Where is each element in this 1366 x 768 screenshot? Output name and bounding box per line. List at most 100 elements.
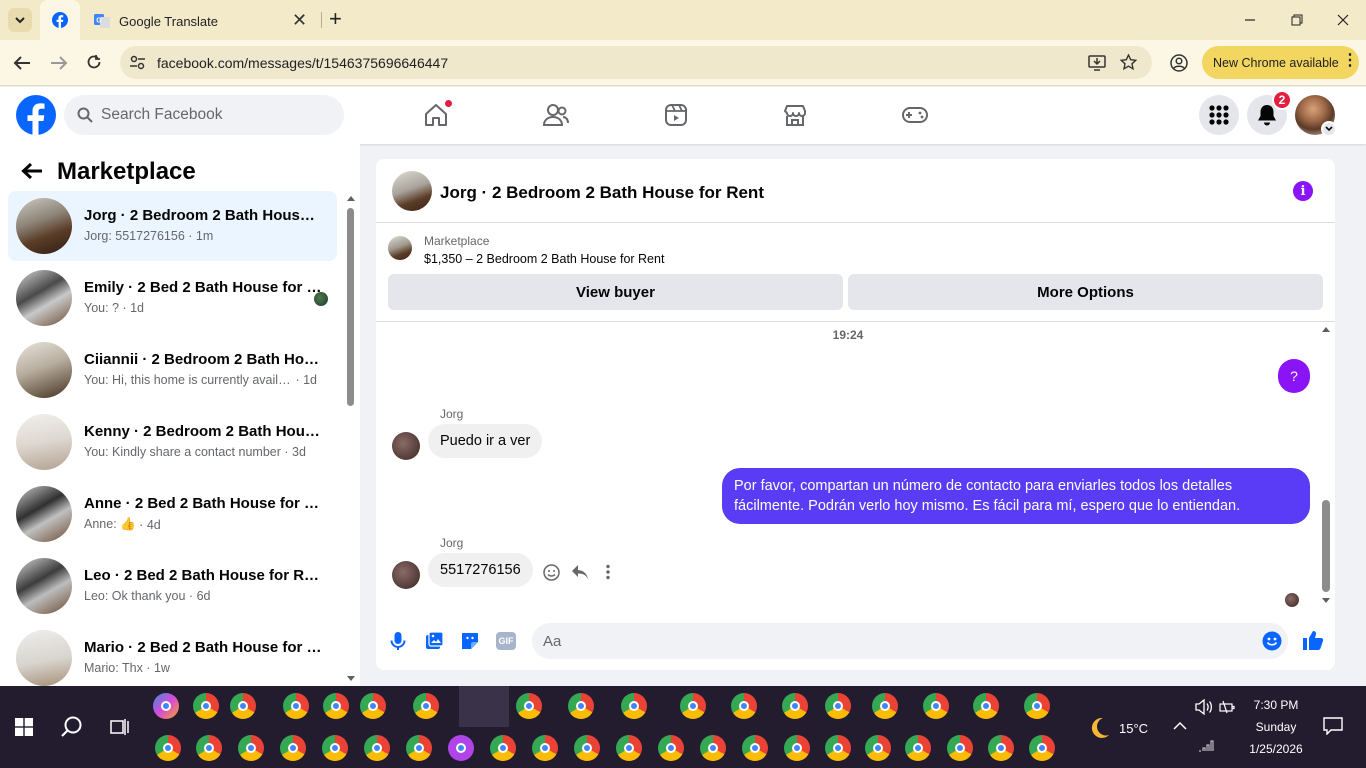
gif-icon[interactable]: GIF [496,632,516,650]
more-options-button[interactable]: More Options [848,274,1323,310]
close-tab-icon[interactable]: ✕ [292,10,307,31]
react-emoji-icon[interactable] [543,564,560,581]
thread-scrollbar[interactable] [1320,322,1332,610]
search-icon[interactable] [61,716,83,738]
chrome-app-icon[interactable] [280,735,306,761]
new-chrome-available-button[interactable]: New Chrome available ⋮ [1202,46,1359,79]
chrome-app-icon[interactable] [700,735,726,761]
chrome-app-icon[interactable] [532,735,558,761]
clock-day[interactable]: Sunday [1246,720,1306,734]
chrome-app-icon[interactable] [406,735,432,761]
kebab-menu-icon[interactable]: ⋮ [1342,53,1358,69]
chrome-app-icon[interactable] [973,693,999,719]
reload-icon[interactable] [86,54,102,70]
network-icon[interactable] [1198,738,1214,752]
conversation-item[interactable]: Jorg · 2 Bedroom 2 Bath House for Rent Jo… [8,191,337,261]
reply-icon[interactable] [571,564,589,580]
chrome-app-icon[interactable] [658,735,684,761]
conversation-item[interactable]: Leo · 2 Bed 2 Bath House for Rent Leo: Ok… [8,551,337,621]
notifications-center-icon[interactable] [1323,717,1343,735]
bookmark-star-icon[interactable] [1120,54,1137,71]
sticker-icon[interactable] [460,631,480,651]
back-arrow-icon[interactable] [21,162,43,180]
minimize-icon[interactable] [1238,8,1262,32]
incoming-message[interactable]: Puedo ir a ver [428,424,543,458]
chrome-app-icon[interactable] [516,693,542,719]
chrome-app-icon[interactable] [872,693,898,719]
chrome-app-icon[interactable] [988,735,1014,761]
install-app-icon[interactable] [1088,54,1106,71]
chrome-app-icon[interactable] [947,735,973,761]
volume-icon[interactable] [1195,699,1213,715]
chrome-app-icon[interactable] [196,735,222,761]
listing-description[interactable]: $1,350 – 2 Bedroom 2 Bath House for Rent [424,252,664,266]
chrome-app-icon[interactable] [238,735,264,761]
chrome-app-icon[interactable] [1024,693,1050,719]
photo-icon[interactable] [425,631,444,650]
chrome-app-icon[interactable] [193,693,219,719]
sender-avatar[interactable] [392,561,420,589]
chrome-app-icon[interactable] [230,693,256,719]
address-bar[interactable]: facebook.com/messages/t/1546375696646447 [120,46,1152,79]
back-arrow-icon[interactable] [13,55,31,71]
notifications-button[interactable]: 2 [1247,90,1292,135]
app-icon[interactable] [448,735,474,761]
clock-date[interactable]: 1/25/2026 [1243,742,1309,756]
listing-thumbnail[interactable] [392,171,432,211]
facebook-logo-icon[interactable] [15,94,57,136]
nav-video-icon[interactable] [658,97,694,133]
chrome-app-icon[interactable] [360,693,386,719]
nav-gaming-icon[interactable] [897,97,933,133]
chrome-app-icon[interactable] [905,735,931,761]
emoji-icon[interactable] [1262,631,1282,651]
chrome-app-icon[interactable] [413,693,439,719]
site-info-icon[interactable] [129,54,146,71]
weather-moon-icon[interactable] [1087,716,1111,740]
conversation-item[interactable]: Mario · 2 Bed 2 Bath House for Rent Mario… [8,623,337,693]
chrome-app-icon[interactable] [568,693,594,719]
chrome-app-icon[interactable] [1029,735,1055,761]
chrome-app-icon[interactable] [731,693,757,719]
nav-friends-icon[interactable] [538,97,574,133]
chrome-app-icon[interactable] [364,735,390,761]
conversation-item[interactable]: Emily · 2 Bed 2 Bath House for Rent You: … [8,263,337,333]
chrome-app-icon[interactable] [283,693,309,719]
restore-icon[interactable] [1285,8,1309,32]
conversation-scrollbar[interactable] [344,192,356,686]
profile-avatar[interactable] [1295,95,1337,137]
more-actions-icon[interactable] [605,564,611,580]
chrome-app-icon[interactable] [782,693,808,719]
nav-marketplace-icon[interactable] [777,97,813,133]
chrome-app-icon[interactable] [923,693,949,719]
tab-facebook[interactable] [40,0,80,40]
weather-temperature[interactable]: 15°C [1119,721,1148,736]
conversation-item[interactable]: Kenny · 2 Bedroom 2 Bath House for Rent Y… [8,407,337,477]
chrome-app-icon[interactable] [825,735,851,761]
outgoing-message[interactable]: ? [1278,359,1310,393]
chrome-app-icon[interactable] [825,693,851,719]
thumbs-up-icon[interactable] [1302,629,1324,651]
forward-arrow-icon[interactable] [50,55,68,71]
clock-time[interactable]: 7:30 PM [1246,698,1306,712]
battery-icon[interactable] [1219,699,1237,715]
chrome-app-icon[interactable] [680,693,706,719]
chrome-app-icon[interactable] [322,735,348,761]
show-hidden-icons-chevron-icon[interactable] [1173,721,1187,731]
tab-search-button[interactable] [8,8,32,32]
chrome-app-icon[interactable] [490,735,516,761]
copilot-icon[interactable] [153,693,179,719]
info-icon[interactable]: i [1293,181,1313,201]
conversation-item[interactable]: Ciiannii · 2 Bedroom 2 Bath House for Re… [8,335,337,405]
task-view-icon[interactable] [110,717,130,737]
chrome-app-icon[interactable] [323,693,349,719]
outgoing-message[interactable]: Por favor, compartan un número de contac… [722,468,1310,524]
microphone-icon[interactable] [390,631,406,651]
conversation-item[interactable]: Anne · 2 Bed 2 Bath House for Rent Anne: … [8,479,337,549]
chrome-app-icon[interactable] [784,735,810,761]
new-tab-plus-icon[interactable]: + [329,8,342,30]
chrome-app-icon[interactable] [616,735,642,761]
close-window-icon[interactable] [1331,8,1355,32]
windows-start-icon[interactable] [15,718,33,736]
chrome-app-icon[interactable] [621,693,647,719]
message-input[interactable]: Aa [532,623,1288,659]
